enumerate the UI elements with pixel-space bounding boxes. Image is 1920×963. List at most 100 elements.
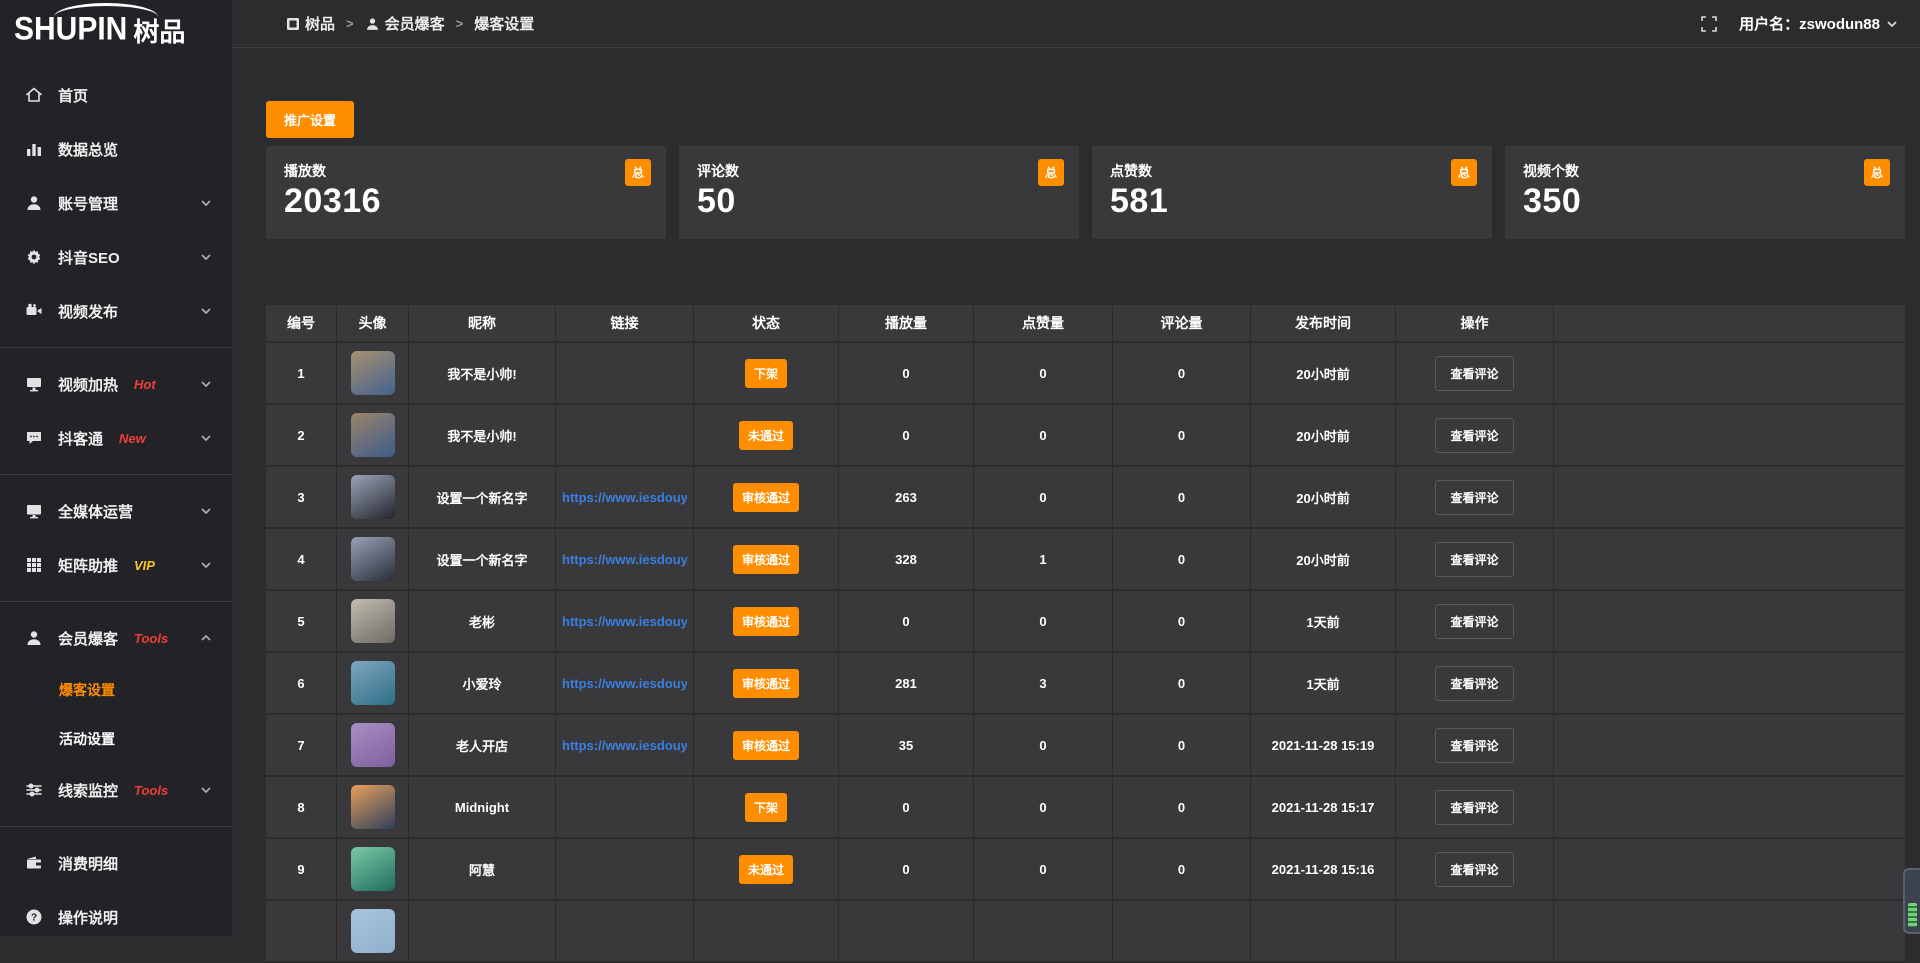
topbar-right: 用户名：zswodun88 [1701, 13, 1898, 34]
cell-plays: 281 [839, 653, 974, 713]
sidebar-item-label: 消费明细 [58, 853, 118, 874]
cell-plays: 328 [839, 529, 974, 589]
view-comments-button[interactable]: 查看评论 [1435, 418, 1513, 453]
cell-link: https://www.iesdouyin.c [556, 653, 694, 713]
gear-icon [24, 248, 43, 267]
video-link[interactable]: https://www.iesdouyin.c [562, 490, 687, 505]
sidebar-item-抖音SEO[interactable]: 抖音SEO [0, 230, 232, 284]
svg-text:?: ? [30, 913, 36, 924]
cell-action: 查看评论 [1396, 529, 1554, 589]
dashboard-icon [285, 16, 300, 31]
sidebar-item-视频发布[interactable]: 视频发布 [0, 284, 232, 338]
sidebar-item-label: 视频发布 [58, 301, 118, 322]
sidebar-item-矩阵助推[interactable]: 矩阵助推VIP [0, 538, 232, 592]
cell-empty [1554, 653, 1905, 713]
cell-status [694, 901, 839, 961]
table-row: 1我不是小帅!下架00020小时前查看评论 [266, 343, 1905, 405]
cell-avatar [337, 467, 409, 527]
total-badge: 总 [1451, 159, 1477, 186]
sidebar-item-消费明细[interactable]: 消费明细 [0, 836, 232, 890]
sidebar-divider [0, 601, 232, 602]
sidebar-item-视频加热[interactable]: 视频加热Hot [0, 357, 232, 411]
cell-id: 7 [266, 715, 337, 775]
video-link[interactable]: https://www.iesdouyin.c [562, 614, 687, 629]
app-logo[interactable]: SHUPIN 树品 [0, 0, 232, 60]
breadcrumb-label: 树品 [305, 13, 335, 34]
sidebar-subitem-活动设置[interactable]: 活动设置 [0, 714, 232, 763]
view-comments-button[interactable]: 查看评论 [1435, 852, 1513, 887]
stat-value: 20316 [284, 182, 648, 221]
sidebar-item-数据总览[interactable]: 数据总览 [0, 122, 232, 176]
sidebar-item-线索监控[interactable]: 线索监控Tools [0, 763, 232, 817]
breadcrumb-item-会员爆客[interactable]: 会员爆客 [365, 13, 445, 34]
logo-text-cn: 树品 [133, 12, 185, 49]
fullscreen-icon[interactable] [1701, 16, 1717, 32]
cell-action: 查看评论 [1396, 343, 1554, 403]
breadcrumb: 树品>会员爆客>爆客设置 [285, 13, 534, 34]
promo-settings-button[interactable]: 推广设置 [266, 101, 354, 138]
view-comments-button[interactable]: 查看评论 [1435, 666, 1513, 701]
cell-likes: 0 [974, 591, 1113, 651]
cell-comments: 0 [1113, 839, 1251, 899]
table-row: 9阿慧未通过0002021-11-28 15:16查看评论 [266, 839, 1905, 901]
view-comments-button[interactable]: 查看评论 [1435, 790, 1513, 825]
sidebar-menu: 首页数据总览账号管理抖音SEO 视频发布视频加热Hot抖客通New 全媒体运营矩阵助… [0, 60, 232, 944]
username-dropdown[interactable]: 用户名：zswodun88 [1739, 13, 1898, 34]
table-row: 7老人开店https://www.iesdouyin.c审核通过35002021… [266, 715, 1905, 777]
sidebar-item-首页[interactable]: 首页 [0, 68, 232, 122]
chevron-down-icon [200, 251, 212, 263]
cell-link [556, 343, 694, 403]
sidebar-item-tag: VIP [134, 558, 155, 573]
stat-value: 581 [1110, 182, 1474, 221]
help-icon: ? [24, 908, 43, 927]
floating-widget[interactable] [1903, 868, 1920, 934]
sidebar-item-label: 首页 [58, 85, 88, 106]
chevron-up-icon [200, 632, 212, 644]
cell-id: 4 [266, 529, 337, 589]
status-badge: 审核通过 [733, 545, 799, 574]
view-comments-button[interactable]: 查看评论 [1435, 542, 1513, 577]
stat-value: 350 [1523, 182, 1887, 221]
sidebar-subitem-爆客设置[interactable]: 爆客设置 [0, 665, 232, 714]
sidebar-item-label: 抖音SEO [58, 247, 120, 268]
chevron-down-icon [200, 505, 212, 517]
cell-action [1396, 901, 1554, 961]
comment-icon [24, 429, 43, 448]
cell-nickname: 设置一个新名字 [409, 467, 556, 527]
cell-empty [1554, 591, 1905, 651]
sidebar-item-会员爆客[interactable]: 会员爆客Tools [0, 611, 232, 665]
cell-link: https://www.iesdouyin.c [556, 467, 694, 527]
cell-empty [1554, 529, 1905, 589]
column-header-empty [1554, 305, 1905, 341]
view-comments-button[interactable]: 查看评论 [1435, 356, 1513, 391]
view-comments-button[interactable]: 查看评论 [1435, 480, 1513, 515]
grid-icon [24, 556, 43, 575]
cell-nickname: 阿慧 [409, 839, 556, 899]
cell-likes: 0 [974, 777, 1113, 837]
sidebar-item-tag: Tools [134, 783, 168, 798]
breadcrumb-item-爆客设置[interactable]: 爆客设置 [474, 13, 534, 34]
cell-time [1251, 901, 1396, 961]
sidebar-item-全媒体运营[interactable]: 全媒体运营 [0, 484, 232, 538]
video-icon [24, 302, 43, 321]
cell-empty [1554, 839, 1905, 899]
stat-card-视频个数: 视频个数350总 [1505, 146, 1905, 239]
sidebar-item-抖客通[interactable]: 抖客通New [0, 411, 232, 465]
column-header-链接: 链接 [556, 305, 694, 341]
cell-plays: 263 [839, 467, 974, 527]
sidebar-item-tag: New [119, 431, 146, 446]
video-link[interactable]: https://www.iesdouyin.c [562, 738, 687, 753]
video-link[interactable]: https://www.iesdouyin.c [562, 552, 687, 567]
sidebar-item-账号管理[interactable]: 账号管理 [0, 176, 232, 230]
sidebar-item-label: 全媒体运营 [58, 501, 133, 522]
view-comments-button[interactable]: 查看评论 [1435, 604, 1513, 639]
video-link[interactable]: https://www.iesdouyin.c [562, 676, 687, 691]
cell-nickname: Midnight [409, 777, 556, 837]
cell-status: 审核通过 [694, 467, 839, 527]
view-comments-button[interactable]: 查看评论 [1435, 728, 1513, 763]
cell-time: 1天前 [1251, 653, 1396, 713]
status-badge: 审核通过 [733, 483, 799, 512]
status-badge: 下架 [745, 793, 787, 822]
sidebar: SHUPIN 树品 首页数据总览账号管理抖音SEO 视频发布视频加热Hot抖客通N… [0, 0, 232, 936]
breadcrumb-item-树品[interactable]: 树品 [285, 13, 335, 34]
